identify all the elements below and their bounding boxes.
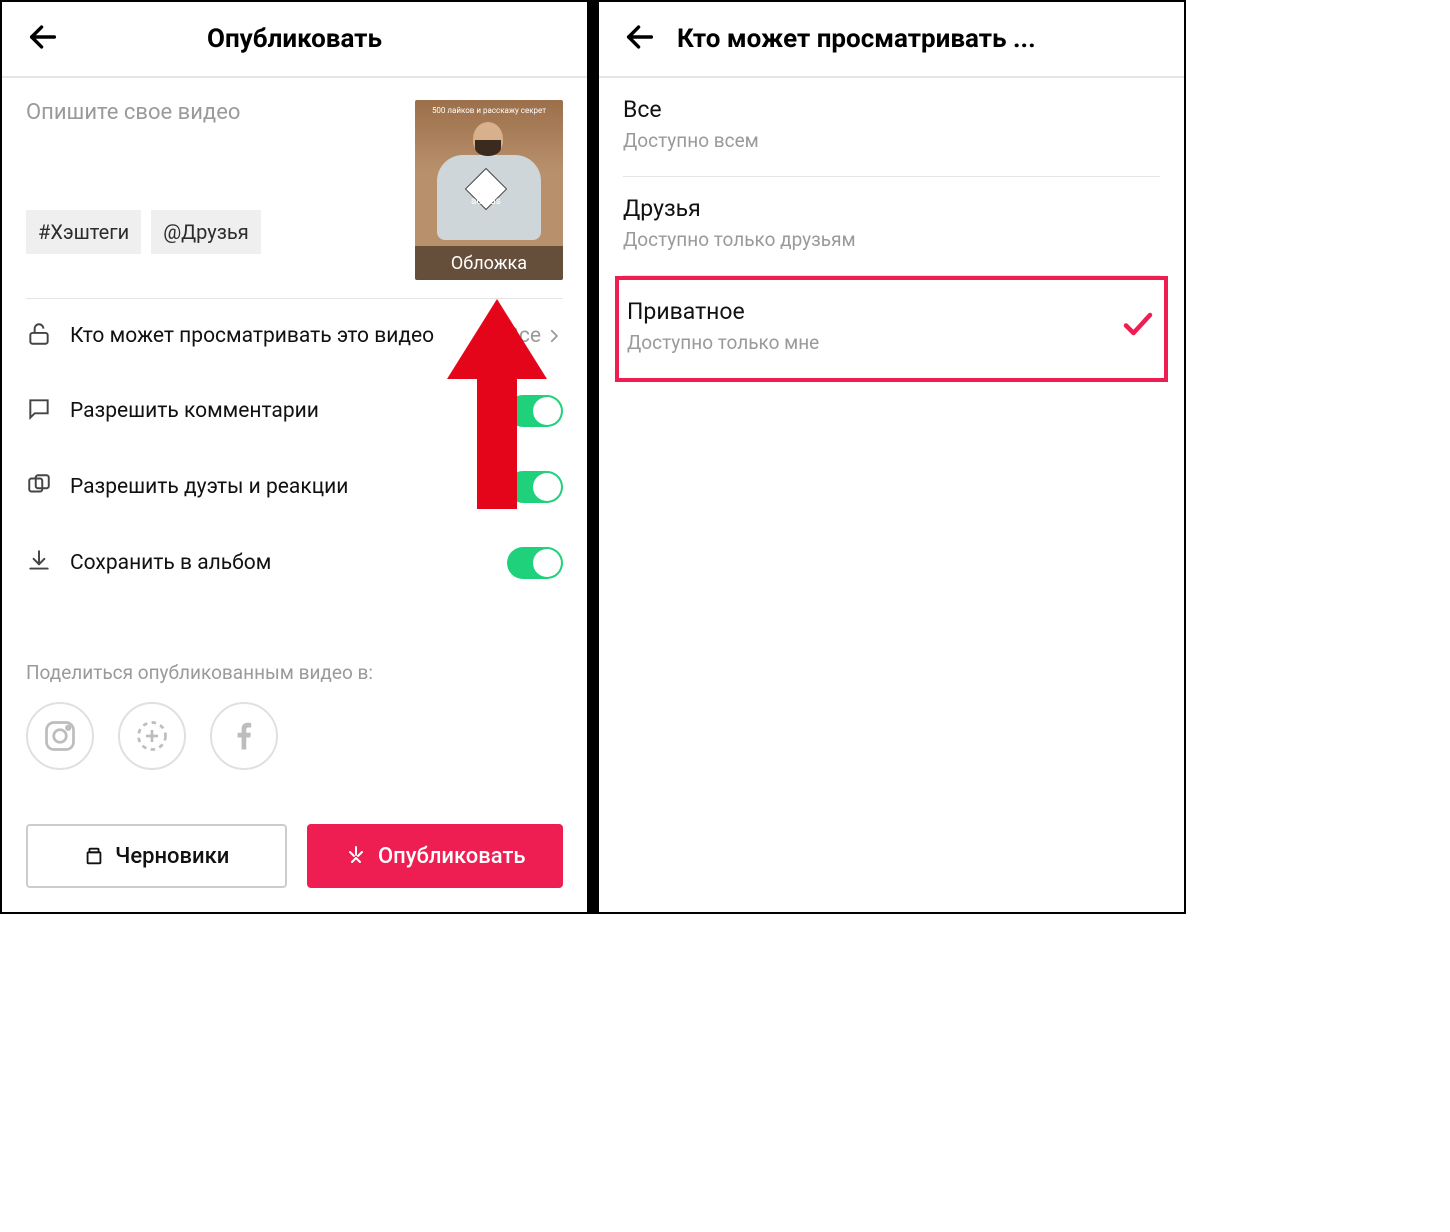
- duets-label: Разрешить дуэты и реакции: [70, 473, 507, 501]
- privacy-option-private[interactable]: Приватное Доступно только мне: [615, 276, 1168, 382]
- friends-chip[interactable]: @Друзья: [151, 210, 261, 254]
- save-toggle[interactable]: [507, 547, 563, 579]
- duet-icon: [26, 472, 52, 498]
- save-row: Сохранить в альбом: [26, 525, 563, 601]
- unlock-icon: [26, 321, 52, 347]
- publish-button[interactable]: Опубликовать: [307, 824, 564, 888]
- header: Опубликовать: [2, 2, 587, 78]
- chevron-right-icon: [545, 327, 563, 345]
- drafts-button[interactable]: Черновики: [26, 824, 287, 888]
- share-facebook[interactable]: [210, 702, 278, 770]
- option-title: Друзья: [623, 195, 1160, 222]
- publish-icon: [344, 844, 368, 868]
- option-title: Все: [623, 96, 1160, 123]
- publish-screen: Опубликовать Опишите свое видео #Хэштеги…: [2, 2, 593, 912]
- comments-label: Разрешить комментарии: [70, 397, 507, 425]
- page-title: Опубликовать: [26, 24, 563, 54]
- facebook-icon: [226, 718, 262, 754]
- privacy-screen: Кто может просматривать ... Все Доступно…: [593, 2, 1184, 912]
- drafts-button-label: Черновики: [115, 844, 229, 869]
- download-icon: [26, 548, 52, 574]
- check-icon: [1120, 306, 1156, 346]
- option-title: Приватное: [627, 298, 1120, 325]
- share-label: Поделиться опубликованным видео в:: [26, 661, 563, 684]
- description-input[interactable]: Опишите свое видео: [26, 100, 407, 210]
- privacy-options: Все Доступно всем Друзья Доступно только…: [599, 78, 1184, 382]
- settings-list: Кто может просматривать это видео Все Ра…: [2, 299, 587, 601]
- arrow-left-icon: [623, 20, 657, 54]
- drafts-icon: [83, 845, 105, 867]
- privacy-label: Кто может просматривать это видео: [70, 322, 506, 350]
- back-button[interactable]: [623, 20, 663, 58]
- privacy-row[interactable]: Кто может просматривать это видео Все: [26, 299, 563, 373]
- compose-area: Опишите свое видео #Хэштеги @Друзья 500 …: [2, 78, 587, 280]
- save-label: Сохранить в альбом: [70, 549, 507, 577]
- share-story[interactable]: [118, 702, 186, 770]
- comment-icon: [26, 396, 52, 422]
- instagram-story-icon: [134, 718, 170, 754]
- privacy-option-friends[interactable]: Друзья Доступно только друзьям: [623, 177, 1160, 276]
- share-section: Поделиться опубликованным видео в:: [2, 661, 587, 770]
- footer-buttons: Черновики Опубликовать: [2, 800, 587, 912]
- thumbnail-overlay-text: 500 лайков и расскажу секрет: [415, 106, 563, 115]
- duets-toggle[interactable]: [507, 471, 563, 503]
- thumbnail-logo: adidas: [471, 196, 501, 207]
- publish-button-label: Опубликовать: [378, 844, 526, 869]
- header: Кто может просматривать ...: [599, 2, 1184, 78]
- video-thumbnail[interactable]: 500 лайков и расскажу секрет adidas Обло…: [415, 100, 563, 280]
- hashtag-chip[interactable]: #Хэштеги: [26, 210, 141, 254]
- option-subtitle: Доступно всем: [623, 129, 1160, 152]
- option-subtitle: Доступно только друзьям: [623, 228, 1160, 251]
- share-instagram[interactable]: [26, 702, 94, 770]
- privacy-value: Все: [506, 324, 541, 348]
- comments-row: Разрешить комментарии: [26, 373, 563, 449]
- thumbnail-caption: Обложка: [415, 246, 563, 280]
- page-title: Кто может просматривать ...: [677, 24, 1160, 54]
- instagram-icon: [42, 718, 78, 754]
- comments-toggle[interactable]: [507, 395, 563, 427]
- privacy-option-everyone[interactable]: Все Доступно всем: [623, 78, 1160, 177]
- option-subtitle: Доступно только мне: [627, 331, 1120, 354]
- duets-row: Разрешить дуэты и реакции: [26, 449, 563, 525]
